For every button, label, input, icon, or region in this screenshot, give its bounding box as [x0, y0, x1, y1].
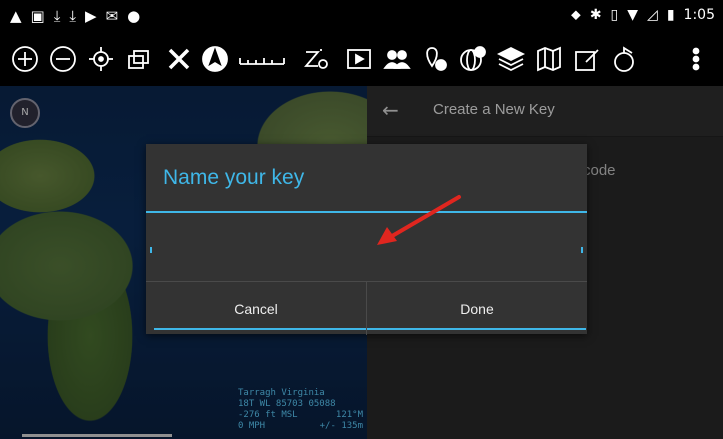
- edit-icon[interactable]: [572, 44, 602, 74]
- zoom-in-icon[interactable]: [10, 44, 40, 74]
- add-marker-icon[interactable]: [420, 44, 450, 74]
- gps-locate-icon[interactable]: [86, 44, 116, 74]
- share-icon[interactable]: [610, 44, 640, 74]
- status-right-icons: ⬥ ✱ ▯ ▼ ◿ ▮ 1:05: [571, 7, 715, 23]
- battery-icon: ▮: [666, 7, 675, 23]
- status-time: 1:05: [683, 7, 715, 23]
- map-icon[interactable]: [534, 44, 564, 74]
- map-toolbar: [0, 34, 723, 86]
- vibrate-icon: ▯: [610, 7, 619, 23]
- dialog-button-row: Cancel Done: [146, 281, 587, 335]
- cancel-button[interactable]: Cancel: [146, 282, 366, 335]
- dialog-title: Name your key: [163, 166, 305, 189]
- wifi-icon: ▼: [627, 7, 639, 23]
- zoom-out-icon[interactable]: [48, 44, 78, 74]
- ruler-icon[interactable]: [236, 44, 288, 74]
- dialog-title-divider: [146, 211, 587, 213]
- input-tick-right: [581, 247, 583, 253]
- location-icon: ⬥: [571, 7, 581, 23]
- key-name-field-wrap: [150, 222, 586, 330]
- youtube-icon: ▶: [85, 7, 97, 25]
- cross-out-icon[interactable]: [164, 44, 194, 74]
- done-button[interactable]: Done: [366, 282, 587, 335]
- download-icon: ⤓: [69, 7, 77, 25]
- signal-icon: ◿: [647, 7, 658, 23]
- gmail-icon: ✉: [105, 7, 119, 25]
- play-icon[interactable]: [344, 44, 374, 74]
- android-icon: ●: [127, 7, 141, 25]
- status-left-icons: ▲ ▣ ⤓ ⤓ ▶ ✉ ●: [10, 7, 140, 25]
- more-menu-icon[interactable]: [686, 44, 706, 74]
- zoom-level-icon[interactable]: [300, 44, 330, 74]
- download-icon: ⤓: [53, 7, 61, 25]
- status-bar: ▲ ▣ ⤓ ⤓ ▶ ✉ ● ⬥ ✱ ▯ ▼ ◿ ▮ 1:05: [0, 0, 723, 34]
- compass-rose-icon[interactable]: [200, 44, 230, 74]
- annotation-arrow-icon: [377, 195, 461, 245]
- bluetooth-icon: ✱: [589, 7, 602, 23]
- contacts-icon[interactable]: [382, 44, 412, 74]
- layers-stack-icon[interactable]: [124, 44, 154, 74]
- warning-icon: ▲: [10, 7, 22, 25]
- globe-add-icon[interactable]: [458, 44, 488, 74]
- layers-icon[interactable]: [496, 44, 526, 74]
- name-key-dialog: Name your key Cancel Done: [146, 144, 587, 335]
- image-icon: ▣: [30, 7, 45, 25]
- input-tick-left: [150, 247, 152, 253]
